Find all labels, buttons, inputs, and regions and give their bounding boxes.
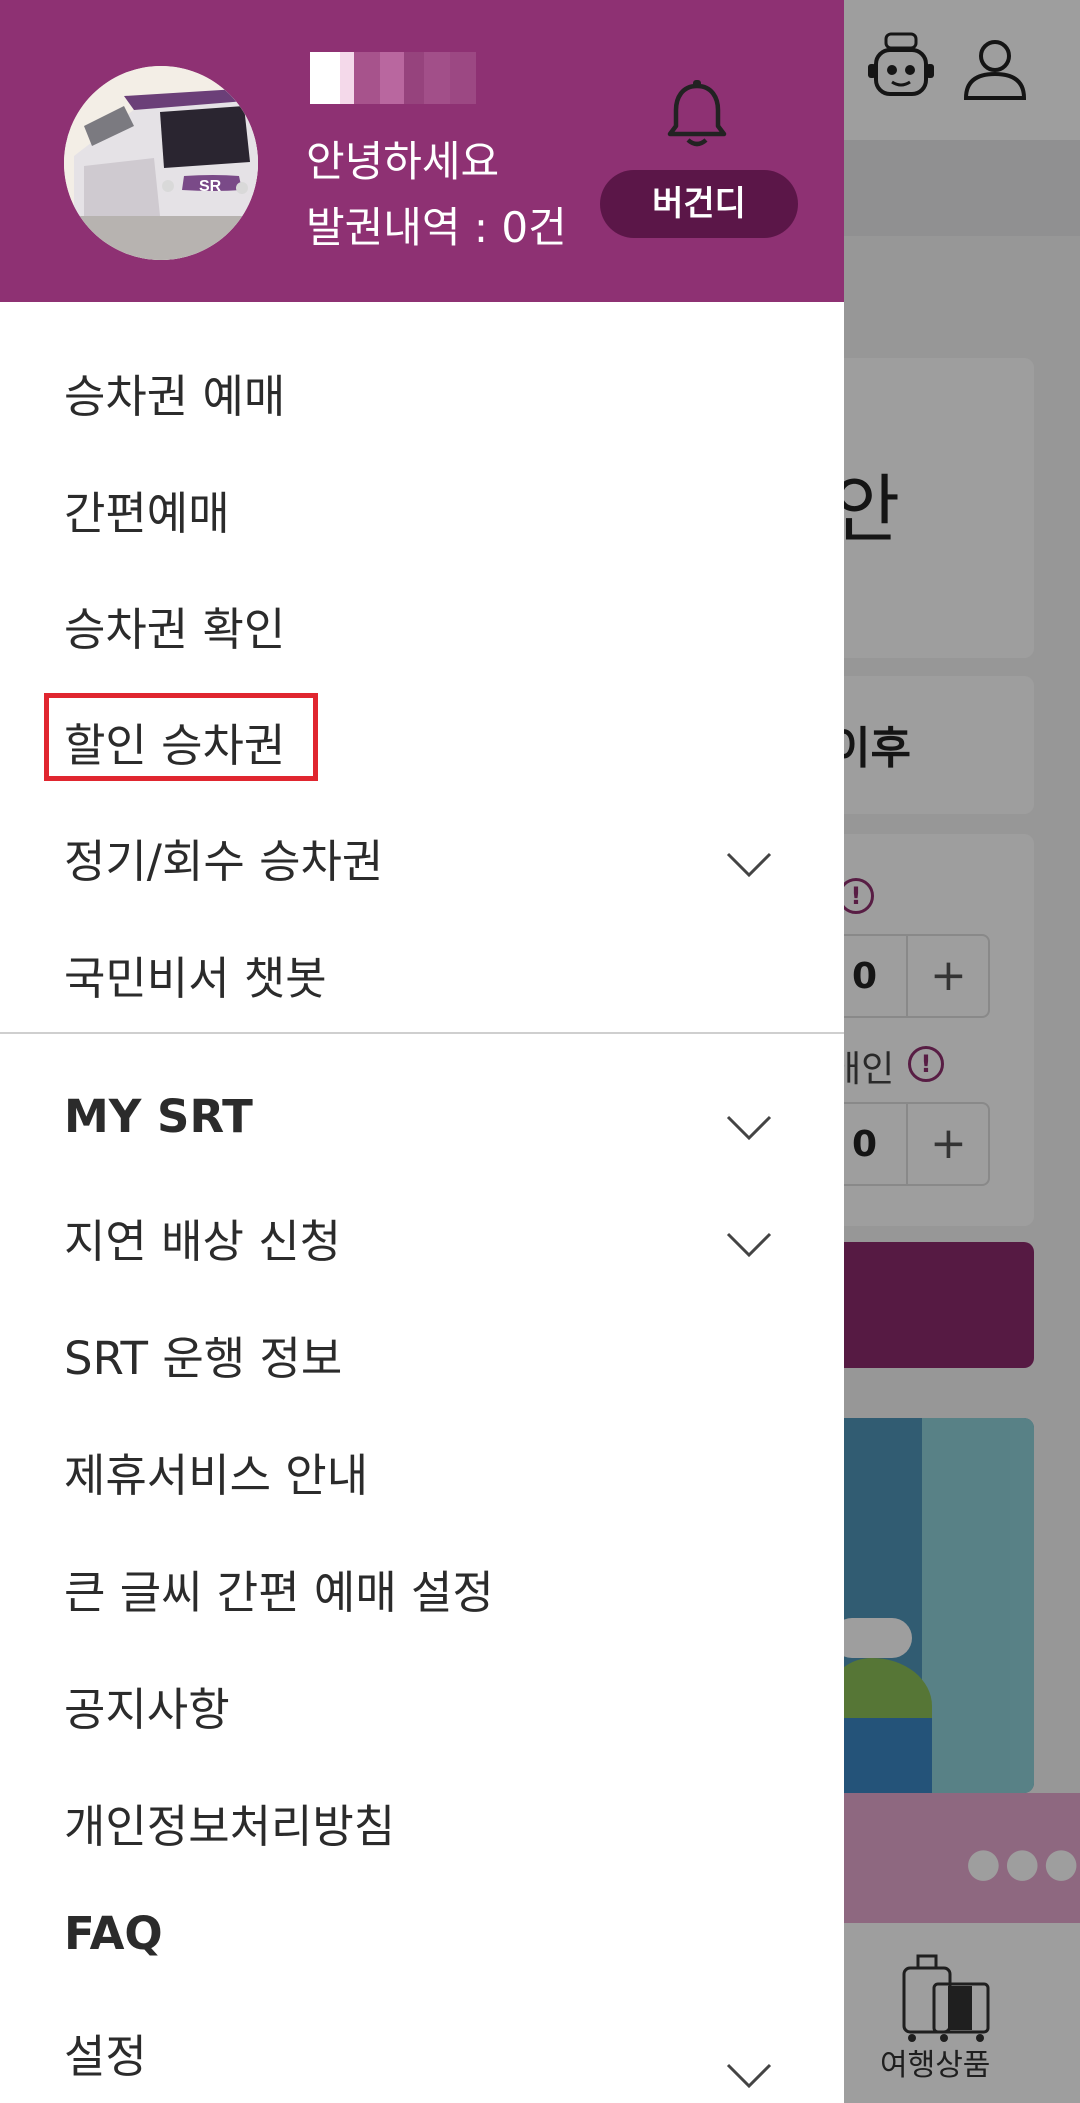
menu-item-label: 제휴서비스 안내 [64,1449,369,1502]
menu-item-quick-booking[interactable]: 간편예매 [0,447,844,557]
drawer-header: SR 안녕하세요 발권내역 : 0건 버건디 [0,0,844,302]
menu-item-label: FAQ [64,1907,163,1960]
menu-item-label: 설정 [64,2030,147,2083]
menu-item-label: 간편예매 [64,487,230,540]
menu-item-label: SRT 운행 정보 [64,1332,343,1385]
menu-item-label: 지연 배상 신청 [64,1215,342,1268]
menu-item-label: 개인정보처리방침 [64,1800,396,1853]
menu-item-ticket-booking[interactable]: 승차권 예매 [0,330,844,440]
navigation-drawer: SR 안녕하세요 발권내역 : 0건 버건디 승차권 예매 간편예매 승차권 확… [0,0,844,2103]
menu-item-chatbot[interactable]: 국민비서 챗봇 [0,912,844,1022]
svg-text:SR: SR [199,178,222,195]
menu-item-label: 큰 글씨 간편 예매 설정 [64,1566,494,1619]
avatar[interactable]: SR [64,66,258,260]
menu-item-notices[interactable]: 공지사항 [0,1643,844,1753]
train-avatar-image: SR [64,66,258,260]
chevron-down-icon[interactable] [726,851,772,879]
highlight-annotation-box [44,693,318,781]
menu-item-ticket-check[interactable]: 승차권 확인 [0,563,844,673]
menu-item-label: 정기/회수 승차권 [64,835,384,888]
menu-item-large-text-setting[interactable]: 큰 글씨 간편 예매 설정 [0,1526,844,1636]
menu-item-delay-compensation[interactable]: 지연 배상 신청 [0,1175,844,1285]
menu-item-my-srt[interactable]: MY SRT [0,1060,844,1170]
menu-item-label: 국민비서 챗봇 [64,952,327,1005]
theme-color-button[interactable]: 버건디 [600,170,798,238]
greeting-text: 안녕하세요 [306,137,500,186]
chevron-down-icon[interactable] [726,1231,772,1259]
menu-item-faq[interactable]: FAQ [0,1877,844,1987]
menu-item-season-pass[interactable]: 정기/회수 승차권 [0,795,844,905]
blurred-username [310,52,476,104]
menu-item-label: 승차권 예매 [64,370,286,423]
chevron-down-icon[interactable] [726,2062,772,2090]
menu-item-label: MY SRT [64,1090,253,1143]
chevron-down-icon[interactable] [726,1114,772,1142]
ticket-count-text[interactable]: 발권내역 : 0건 [306,194,567,255]
menu-item-label: 승차권 확인 [64,603,286,656]
menu-item-settings[interactable]: 설정 [0,1990,844,2100]
menu-item-privacy-policy[interactable]: 개인정보처리방침 [0,1760,844,1870]
menu-item-srt-operation-info[interactable]: SRT 운행 정보 [0,1292,844,1402]
bell-icon[interactable] [666,78,728,148]
menu-item-partner-services[interactable]: 제휴서비스 안내 [0,1409,844,1519]
menu-item-label: 공지사항 [64,1683,230,1736]
menu-divider [0,1032,844,1034]
